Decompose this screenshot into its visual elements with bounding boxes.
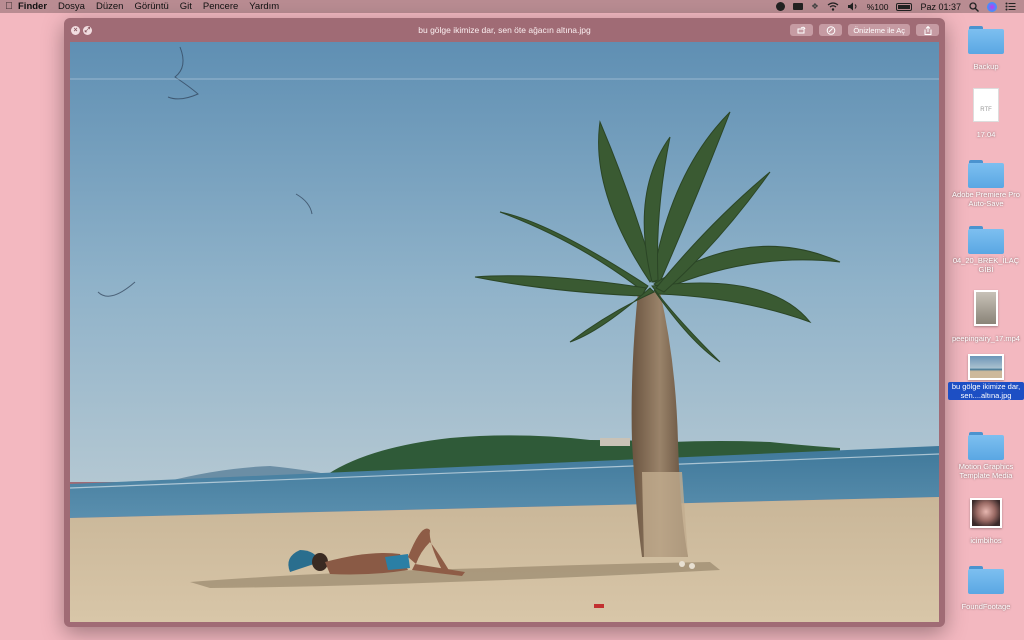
share-button[interactable] (916, 24, 939, 36)
menu-git[interactable]: Git (180, 1, 192, 12)
share-icon (924, 25, 931, 35)
open-with-preview-button[interactable]: Önizleme ile Aç (848, 24, 910, 36)
battery-icon[interactable] (896, 2, 913, 11)
rotate-icon (797, 26, 806, 34)
desktop-item-label: Motion Graphics Template Media (958, 462, 1014, 480)
desktop-item-label: Backup (973, 62, 999, 71)
desktop-item-label: icimbihos (970, 536, 1002, 545)
desktop-item-premiere-autosave[interactable]: Adobe Premiere Pro Auto-Save (948, 160, 1024, 211)
desktop-item-peepingairy[interactable]: peepingairy_17.mp4 (948, 290, 1024, 346)
record-icon[interactable] (776, 2, 786, 11)
menu-yardim[interactable]: Yardım (249, 1, 279, 12)
folder-icon (968, 26, 1004, 54)
markup-button[interactable] (819, 24, 843, 36)
battery-percent: %100 (866, 1, 889, 12)
clock[interactable]: Paz 01:37 (920, 2, 961, 12)
folder-icon (968, 432, 1004, 460)
image-thumbnail-icon (968, 354, 1004, 380)
image-thumbnail-icon (970, 498, 1002, 528)
video-thumbnail-icon (974, 290, 998, 326)
desktop-item-icimbihos[interactable]: icimbihos (948, 498, 1024, 548)
folder-icon (968, 160, 1004, 188)
quicklook-window: × ⤢ bu gölge ikimize dar, sen öte ağacın… (64, 18, 945, 627)
desktop-item-backup[interactable]: Backup (948, 26, 1024, 74)
menu-bar:  Finder Dosya Düzen Görüntü Git Pencere… (0, 0, 1024, 13)
desktop-item-brek-ilac[interactable]: 04_20_BREK_İLAÇ GİBİ (948, 226, 1024, 277)
camera-icon[interactable] (793, 3, 804, 10)
apple-menu-icon[interactable]:  (0, 1, 18, 12)
menu-duzen[interactable]: Düzen (96, 1, 123, 12)
quicklook-titlebar[interactable]: × ⤢ bu gölge ikimize dar, sen öte ağacın… (64, 18, 945, 42)
folder-icon (968, 226, 1004, 254)
rtf-document-icon: RTF (973, 88, 999, 122)
menu-pencere[interactable]: Pencere (203, 1, 238, 12)
beach-palm-photo (70, 42, 939, 622)
spotlight-search-icon[interactable] (969, 1, 979, 12)
folder-icon (968, 566, 1004, 594)
desktop-item-label: peepingairy_17.mp4 (952, 334, 1020, 343)
desktop-item-label: FoundFootage (961, 602, 1011, 611)
desktop-item-label: Adobe Premiere Pro Auto-Save (952, 190, 1020, 208)
bluetooth-icon[interactable]: ❖ (811, 1, 819, 12)
menu-dosya[interactable]: Dosya (58, 1, 85, 12)
desktop-item-label: bu gölge ikimize dar, sen....altına.jpg (948, 382, 1024, 400)
markup-icon (826, 25, 836, 35)
photo-preview (70, 42, 939, 622)
desktop-item-label: 17.04 (976, 130, 996, 139)
desktop-item-foundfootage[interactable]: FoundFootage (948, 566, 1024, 614)
desktop-item-label: 04_20_BREK_İLAÇ GİBİ (952, 256, 1020, 274)
notification-center-icon[interactable] (1005, 2, 1016, 11)
siri-icon[interactable] (987, 1, 997, 12)
desktop-item-1704[interactable]: RTF 17.04 (948, 88, 1024, 142)
rotate-button[interactable] (790, 24, 814, 36)
wifi-icon[interactable] (827, 2, 839, 11)
menu-goruntu[interactable]: Görüntü (134, 1, 168, 12)
desktop-item-motion-graphics[interactable]: Motion Graphics Template Media (948, 432, 1024, 483)
volume-icon[interactable] (847, 2, 859, 11)
menu-app-finder[interactable]: Finder (18, 1, 47, 12)
close-icon[interactable]: × (71, 26, 80, 35)
fullscreen-icon[interactable]: ⤢ (83, 26, 92, 35)
desktop-item-selected-jpg[interactable]: bu gölge ikimize dar, sen....altına.jpg (948, 354, 1024, 403)
